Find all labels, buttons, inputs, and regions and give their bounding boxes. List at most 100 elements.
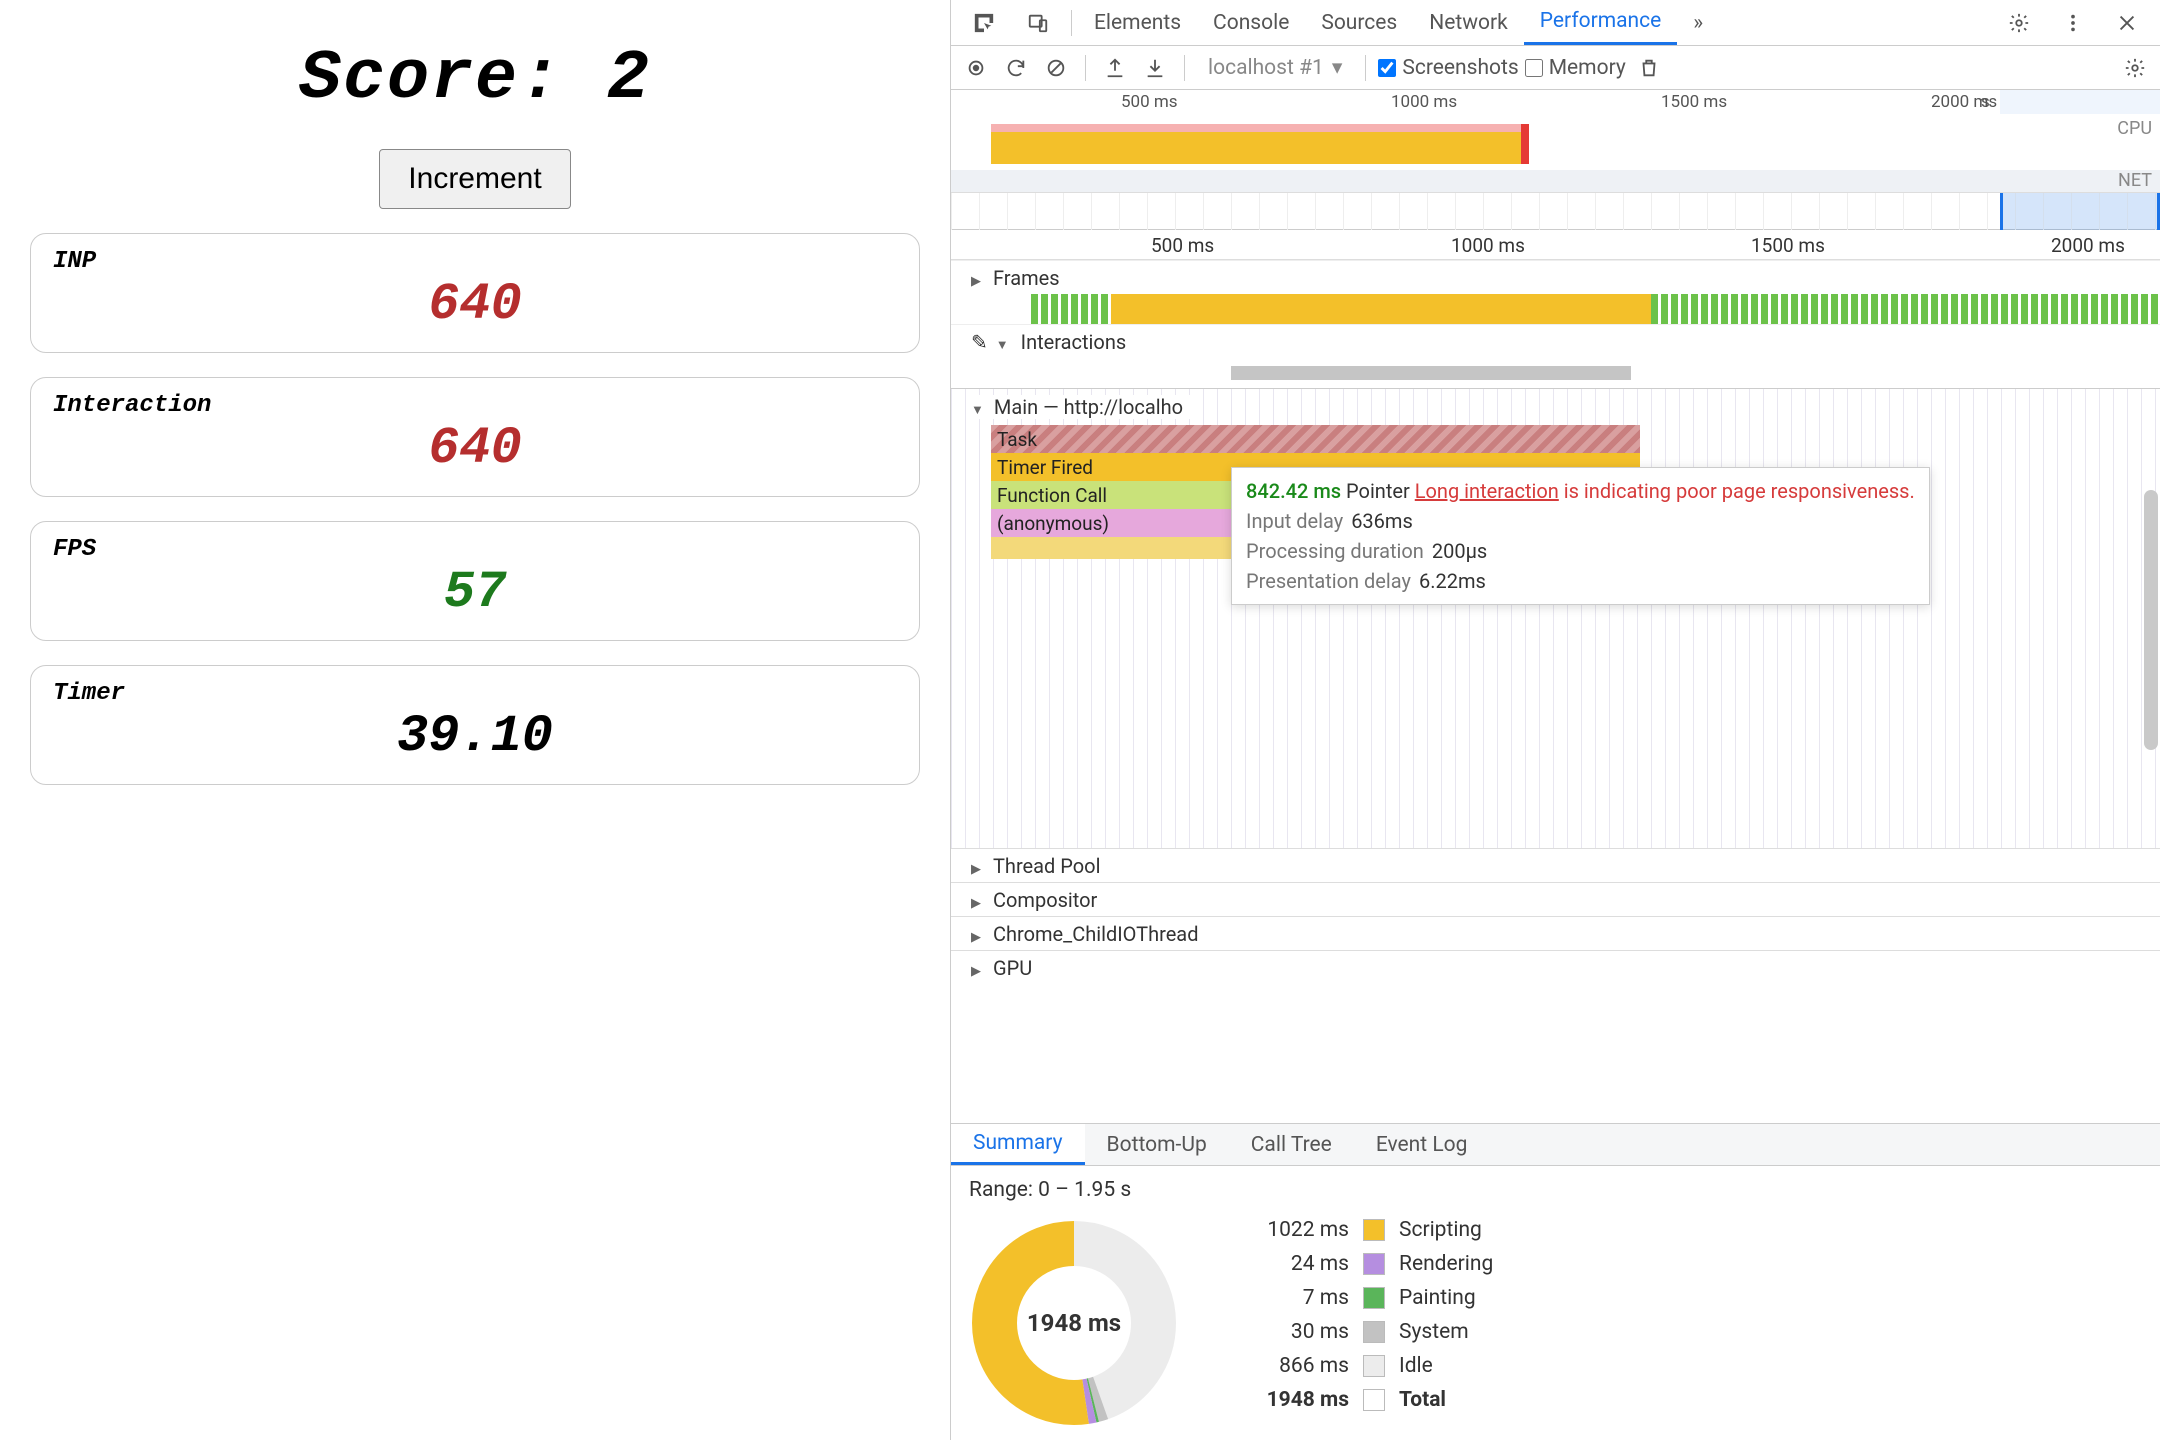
- tab-performance[interactable]: Performance: [1524, 0, 1677, 45]
- tab-bottom-up[interactable]: Bottom-Up: [1085, 1124, 1229, 1165]
- legend-row-system: 30 ms System: [1239, 1320, 1493, 1344]
- legend-swatch: [1363, 1321, 1385, 1343]
- profile-name: localhost #1: [1208, 56, 1324, 80]
- inspect-icon[interactable]: [957, 0, 1011, 45]
- metric-value: 39.10: [53, 707, 897, 766]
- tooltip-link[interactable]: Long interaction: [1415, 479, 1559, 503]
- tab-event-log[interactable]: Event Log: [1354, 1124, 1490, 1165]
- more-tabs-icon[interactable]: »: [1677, 0, 1719, 45]
- screenshots-checkbox-input[interactable]: [1378, 59, 1396, 77]
- tooltip-val: 636ms: [1351, 509, 1413, 533]
- screenshots-label: Screenshots: [1402, 56, 1518, 80]
- frames-track-header[interactable]: Frames: [951, 260, 2160, 294]
- frames-track-body: [1031, 294, 2160, 324]
- profile-selector[interactable]: localhost #1 ▾: [1197, 54, 1353, 81]
- ruler-tick: 500 ms: [1151, 234, 1214, 257]
- record-button[interactable]: [959, 51, 993, 85]
- memory-checkbox[interactable]: Memory: [1525, 56, 1626, 80]
- summary-range: Range: 0 – 1.95 s: [969, 1178, 2142, 1202]
- child-io-thread-header[interactable]: Chrome_ChildIOThread: [951, 916, 2160, 950]
- increment-button[interactable]: Increment: [379, 149, 570, 209]
- overview-pane[interactable]: 500 ms 1000 ms 1500 ms 2000 ms s CPU NET: [951, 90, 2160, 230]
- thread-pool-header[interactable]: Thread Pool: [951, 848, 2160, 882]
- legend-swatch: [1363, 1253, 1385, 1275]
- ruler-tick: 1000 ms: [1451, 234, 1525, 257]
- legend-row-idle: 866 ms Idle: [1239, 1354, 1493, 1378]
- compositor-header[interactable]: Compositor: [951, 882, 2160, 916]
- main-track-header[interactable]: Main — http://localho: [971, 395, 1193, 419]
- kebab-menu-icon[interactable]: [2046, 0, 2100, 45]
- summary-legend: 1022 msScripting 24 msRendering 7 msPain…: [1239, 1218, 1493, 1412]
- minor-tracks: Thread Pool Compositor Chrome_ChildIOThr…: [951, 848, 2160, 984]
- separator: [1085, 55, 1086, 81]
- net-label: NET: [2118, 170, 2152, 191]
- memory-checkbox-input[interactable]: [1525, 59, 1543, 77]
- interactions-track-body: [1031, 358, 2160, 388]
- tooltip-type: Pointer: [1346, 479, 1410, 503]
- overview-cpu-row: CPU: [951, 114, 2160, 170]
- gpu-header[interactable]: GPU: [951, 950, 2160, 984]
- cpu-label: CPU: [2117, 118, 2152, 139]
- tab-sources[interactable]: Sources: [1305, 0, 1413, 45]
- main-thread-track[interactable]: Main — http://localho Task Timer Fired F…: [951, 388, 2160, 848]
- legend-ms: 866 ms: [1239, 1354, 1349, 1378]
- metric-card-interaction: Interaction 640: [30, 377, 920, 497]
- metric-label: FPS: [53, 536, 897, 563]
- legend-label: Idle: [1399, 1354, 1433, 1378]
- flame-task[interactable]: Task: [991, 425, 1640, 453]
- flame-chart-area[interactable]: 500 ms 1000 ms 1500 ms 2000 ms Frames ✎I…: [951, 230, 2160, 1124]
- interactions-label: Interactions: [1021, 330, 1127, 354]
- chevron-down-icon: ▾: [1332, 55, 1343, 80]
- legend-ms: 30 ms: [1239, 1320, 1349, 1344]
- legend-swatch: [1363, 1287, 1385, 1309]
- legend-ms: 1022 ms: [1239, 1218, 1349, 1242]
- expand-icon: [971, 854, 985, 878]
- selection-handles[interactable]: [2000, 193, 2160, 230]
- app-pane: Score: 2 Increment INP 640 Interaction 6…: [0, 0, 950, 1440]
- tooltip-key: Input delay: [1246, 509, 1343, 533]
- score-label: Score:: [299, 40, 563, 119]
- expand-icon: [996, 330, 1013, 354]
- ruler-tick: s: [1981, 92, 1990, 112]
- summary-donut-chart: 1948 ms: [969, 1218, 1179, 1428]
- clear-button[interactable]: [1039, 51, 1073, 85]
- metric-label: INP: [53, 248, 897, 275]
- expand-icon: [971, 922, 985, 946]
- interactions-track-header[interactable]: ✎Interactions: [951, 324, 2160, 358]
- close-icon[interactable]: [2100, 0, 2154, 45]
- overview-net-row: NET: [951, 170, 2160, 192]
- tooltip-tail: is indicating poor page responsiveness.: [1564, 479, 1915, 503]
- overview-scrub-row[interactable]: [951, 192, 2160, 230]
- separator: [1365, 55, 1366, 81]
- legend-row-painting: 7 msPainting: [1239, 1286, 1493, 1310]
- reload-record-button[interactable]: [999, 51, 1033, 85]
- download-profile-button[interactable]: [1138, 51, 1172, 85]
- ruler-tick: 1000 ms: [1391, 92, 1457, 112]
- gc-button[interactable]: [1632, 51, 1666, 85]
- tooltip-key: Processing duration: [1246, 539, 1424, 563]
- track-label: Thread Pool: [993, 854, 1100, 878]
- metric-label: Timer: [53, 680, 897, 707]
- device-toggle-icon[interactable]: [1011, 0, 1065, 45]
- screenshots-checkbox[interactable]: Screenshots: [1378, 56, 1518, 80]
- tab-network[interactable]: Network: [1413, 0, 1524, 45]
- ruler-tick: 1500 ms: [1751, 234, 1825, 257]
- track-label: GPU: [993, 956, 1032, 980]
- legend-label: Scripting: [1399, 1218, 1482, 1242]
- legend-swatch: [1363, 1219, 1385, 1241]
- tab-call-tree[interactable]: Call Tree: [1229, 1124, 1354, 1165]
- legend-ms: 24 ms: [1239, 1252, 1349, 1276]
- metric-value: 640: [53, 419, 897, 478]
- tab-summary[interactable]: Summary: [951, 1124, 1085, 1165]
- frames-label: Frames: [993, 266, 1060, 290]
- interaction-tooltip: 842.42 ms Pointer Long interaction is in…: [1231, 467, 1930, 605]
- settings-gear-icon[interactable]: [1992, 0, 2046, 45]
- tab-console[interactable]: Console: [1197, 0, 1305, 45]
- upload-profile-button[interactable]: [1098, 51, 1132, 85]
- interaction-segment[interactable]: [1231, 366, 1631, 380]
- legend-label: System: [1399, 1320, 1469, 1344]
- ruler-tick: 2000 ms: [2051, 234, 2125, 257]
- tab-elements[interactable]: Elements: [1078, 0, 1197, 45]
- capture-settings-gear-icon[interactable]: [2118, 51, 2152, 85]
- vertical-scrollbar[interactable]: [2144, 490, 2158, 750]
